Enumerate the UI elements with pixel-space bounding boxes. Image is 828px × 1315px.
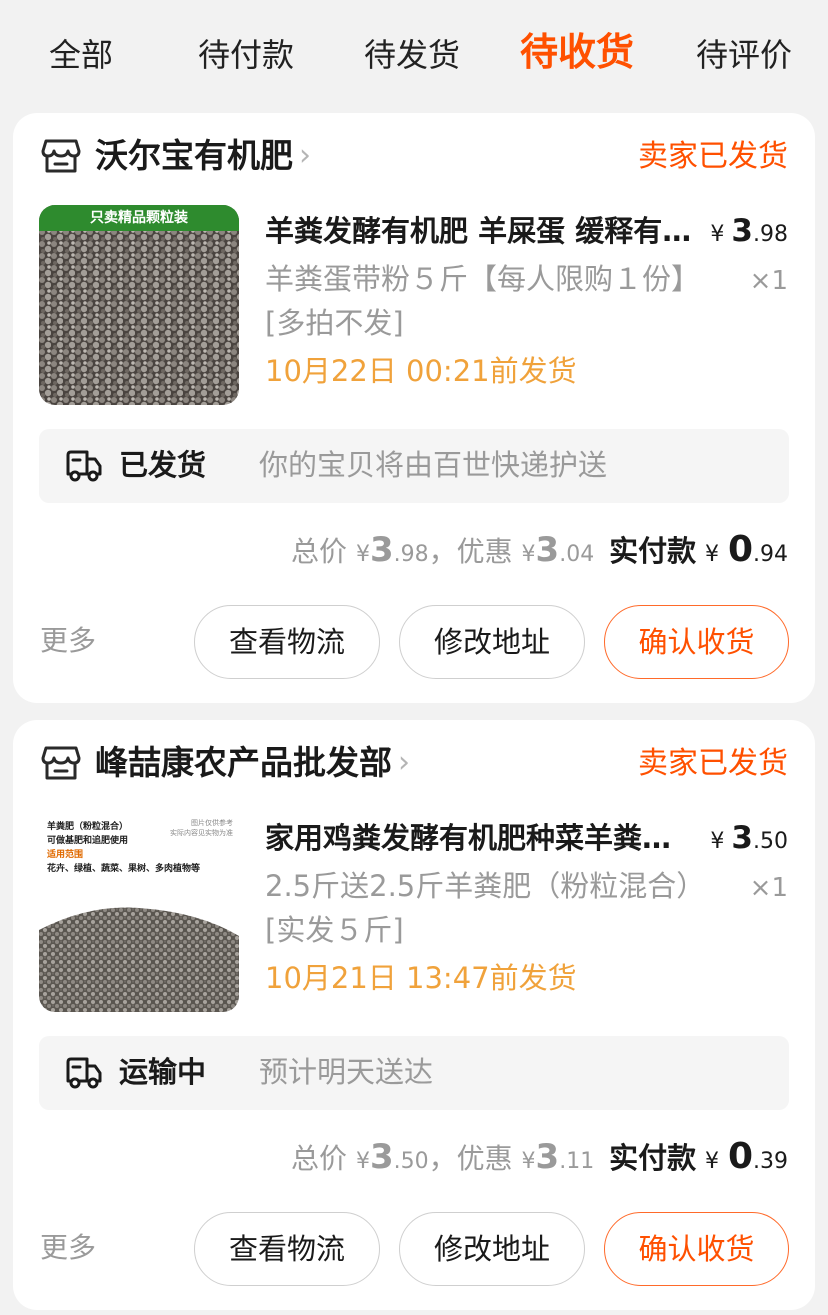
unit-price: ¥ 3.50 bbox=[710, 816, 788, 864]
product-title[interactable]: 羊粪发酵有机肥 羊屎蛋 缓释有机肥料 bbox=[265, 209, 695, 253]
logistics-description: 你的宝贝将由百世快递护送 bbox=[259, 448, 608, 482]
shop-name: 沃尔宝有机肥 bbox=[95, 136, 293, 175]
thumbnail-banner-text: 只卖精品颗粒装 bbox=[90, 210, 188, 226]
change-address-button[interactable]: 修改地址 bbox=[399, 605, 585, 679]
shop-header[interactable]: 沃尔宝有机肥 › 卖家已发货 bbox=[13, 113, 815, 203]
ship-by-deadline: 10月21日 13:47前发货 bbox=[265, 961, 577, 995]
currency-symbol: ¥ bbox=[705, 542, 720, 567]
currency-symbol: ¥ bbox=[521, 542, 536, 567]
tab-all[interactable]: 全部 bbox=[49, 30, 113, 80]
unit-price-int: 3 bbox=[731, 820, 753, 856]
order-tabs: 全部 待付款 待发货 待收货 待评价 bbox=[0, 0, 828, 112]
shop-header[interactable]: 峰喆康农产品批发部 › 卖家已发货 bbox=[13, 720, 815, 810]
currency-symbol: ¥ bbox=[355, 542, 370, 567]
total-label: 总价 bbox=[291, 535, 348, 568]
tab-pending-receipt[interactable]: 待收货 bbox=[520, 27, 634, 77]
quantity: ×1 bbox=[749, 266, 788, 296]
unit-price: ¥ 3.98 bbox=[710, 209, 788, 257]
logistics-status: 运输中 bbox=[119, 1055, 207, 1089]
product-spec: 羊粪蛋带粉５斤【每人限购１份】[多拍不发] bbox=[265, 262, 686, 340]
discount-dec: .04 bbox=[559, 542, 595, 567]
discount-dec: .11 bbox=[559, 1149, 595, 1174]
logistics-description: 预计明天送达 bbox=[259, 1055, 434, 1089]
quantity: ×1 bbox=[749, 873, 788, 903]
discount-label: ，优惠 bbox=[428, 1142, 513, 1175]
logistics-status: 已发货 bbox=[119, 448, 207, 482]
confirm-receipt-button[interactable]: 确认收货 bbox=[604, 1212, 789, 1286]
paid-int: 0 bbox=[727, 529, 753, 570]
price-summary: 总价 ¥3.50，优惠 ¥3.11 实付款 ¥ 0.39 bbox=[291, 1132, 788, 1187]
product-title[interactable]: 家用鸡粪发酵有机肥种菜羊粪有机肥 bbox=[265, 816, 695, 860]
tab-pending-shipment[interactable]: 待发货 bbox=[364, 30, 460, 80]
shop-icon bbox=[41, 139, 81, 173]
currency-symbol: ¥ bbox=[710, 222, 725, 247]
currency-symbol: ¥ bbox=[355, 1149, 370, 1174]
order-status: 卖家已发货 bbox=[638, 746, 788, 781]
ship-by-deadline: 10月22日 00:21前发货 bbox=[265, 354, 577, 388]
track-logistics-button[interactable]: 查看物流 bbox=[194, 1212, 380, 1286]
product-image bbox=[39, 205, 239, 405]
tab-pending-review[interactable]: 待评价 bbox=[696, 30, 792, 80]
confirm-receipt-button[interactable]: 确认收货 bbox=[604, 605, 789, 679]
total-dec: .50 bbox=[393, 1149, 429, 1174]
currency-symbol: ¥ bbox=[521, 1149, 536, 1174]
paid-amount: ¥ 0.94 bbox=[705, 529, 788, 570]
change-address-button[interactable]: 修改地址 bbox=[399, 1212, 585, 1286]
product-spec: 2.5斤送2.5斤羊粪肥（粉粒混合）[实发５斤] bbox=[265, 869, 691, 947]
paid-label: 实付款 bbox=[609, 534, 697, 568]
currency-symbol: ¥ bbox=[710, 829, 725, 854]
paid-dec: .94 bbox=[753, 542, 788, 567]
chevron-right-icon: › bbox=[398, 745, 410, 780]
thumbnail-note: 图片仅供参考 实际内容见实物为准 bbox=[170, 819, 233, 837]
chevron-right-icon: › bbox=[299, 138, 311, 173]
order-card: 沃尔宝有机肥› 卖家已发货 只卖精品颗粒装 羊粪发酵有机肥 羊屎蛋 缓释有机肥料… bbox=[13, 113, 815, 703]
shop-icon bbox=[41, 746, 81, 780]
total-label: 总价 bbox=[291, 1142, 348, 1175]
order-card: 峰喆康农产品批发部 › 卖家已发货 羊粪肥（粉粒混合） 可做基肥和追肥使用 适用范… bbox=[13, 720, 815, 1310]
total-dec: .98 bbox=[393, 542, 429, 567]
truck-icon bbox=[66, 1057, 102, 1089]
unit-price-dec: .98 bbox=[753, 222, 788, 247]
currency-symbol: ¥ bbox=[705, 1149, 720, 1174]
order-status: 卖家已发货 bbox=[638, 139, 788, 174]
unit-price-dec: .50 bbox=[753, 829, 788, 854]
discount-label: ，优惠 bbox=[428, 535, 513, 568]
logistics-bar[interactable]: 已发货 你的宝贝将由百世快递护送 bbox=[39, 429, 789, 503]
track-logistics-button[interactable]: 查看物流 bbox=[194, 605, 380, 679]
paid-label: 实付款 bbox=[609, 1141, 697, 1175]
more-button[interactable]: 更多 bbox=[40, 619, 96, 663]
more-button[interactable]: 更多 bbox=[40, 1226, 96, 1270]
shop-name: 峰喆康农产品批发部 bbox=[95, 743, 392, 782]
truck-icon bbox=[66, 450, 102, 482]
discount-int: 3 bbox=[535, 1137, 560, 1177]
total-int: 3 bbox=[369, 1137, 394, 1177]
paid-int: 0 bbox=[727, 1136, 753, 1177]
product-thumbnail[interactable]: 只卖精品颗粒装 bbox=[39, 205, 239, 405]
total-int: 3 bbox=[369, 530, 394, 570]
price-summary: 总价 ¥3.98，优惠 ¥3.04 实付款 ¥ 0.94 bbox=[291, 525, 788, 580]
tab-pending-payment[interactable]: 待付款 bbox=[198, 30, 294, 80]
product-thumbnail[interactable]: 羊粪肥（粉粒混合） 可做基肥和追肥使用 适用范围 花卉、绿植、蔬菜、果树、多肉植… bbox=[39, 812, 239, 1012]
logistics-bar[interactable]: 运输中 预计明天送达 bbox=[39, 1036, 789, 1110]
paid-dec: .39 bbox=[753, 1149, 788, 1174]
discount-int: 3 bbox=[535, 530, 560, 570]
paid-amount: ¥ 0.39 bbox=[705, 1136, 788, 1177]
unit-price-int: 3 bbox=[731, 213, 753, 249]
